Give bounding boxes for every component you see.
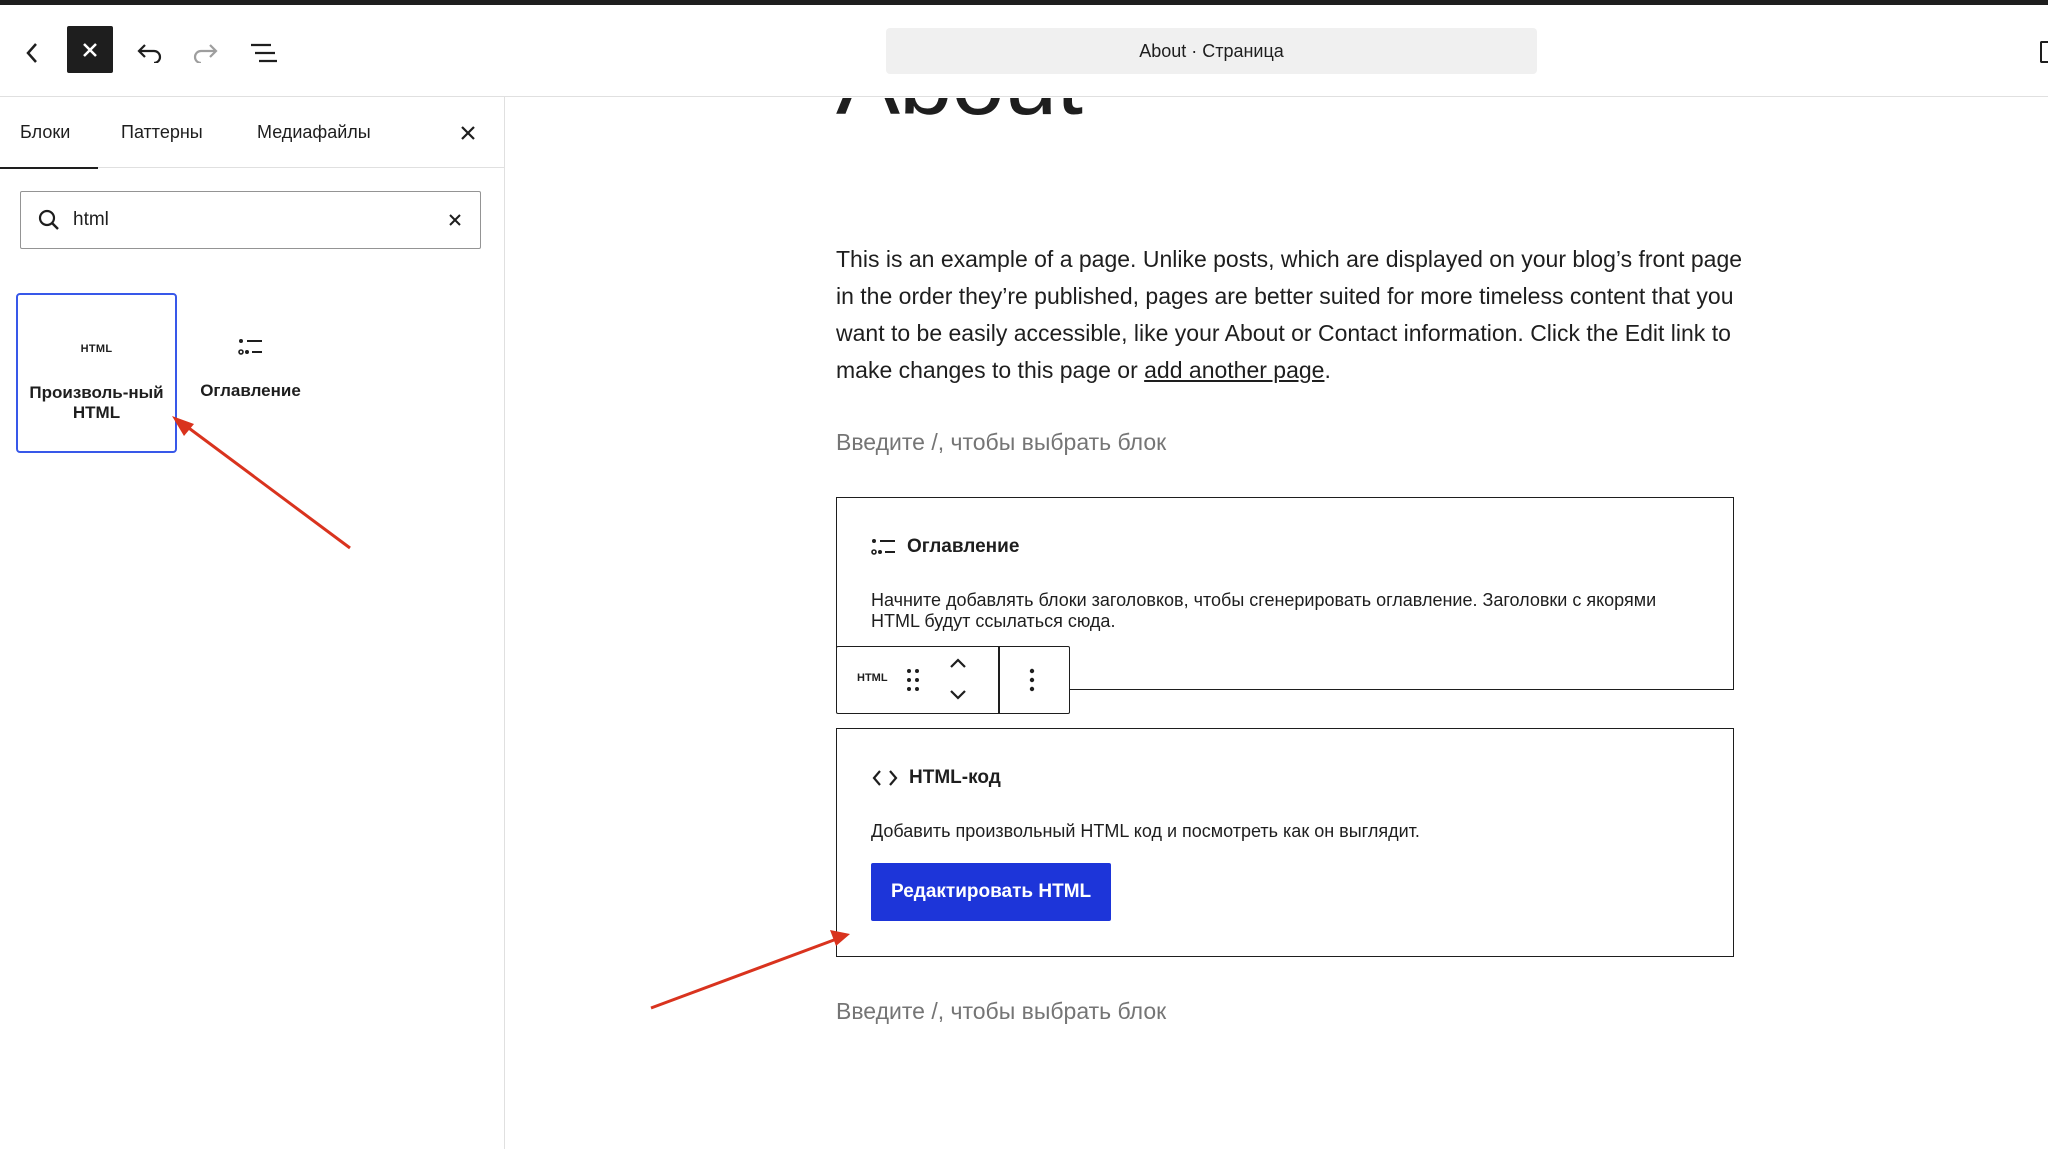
add-another-page-link[interactable]: add another page: [1144, 357, 1324, 383]
tab-blocks[interactable]: Блоки: [0, 97, 98, 169]
editor-header: About · Страница: [0, 5, 2048, 97]
search-input[interactable]: [73, 192, 433, 247]
tab-media[interactable]: Медиафайлы: [257, 97, 371, 168]
tab-patterns[interactable]: Паттерны: [121, 97, 203, 168]
table-of-contents-icon: [170, 333, 331, 361]
block-result-table-of-contents[interactable]: Оглавление: [170, 293, 331, 453]
table-of-contents-icon: [871, 539, 895, 555]
document-title-bar[interactable]: About · Страница: [886, 28, 1537, 74]
block-result-custom-html[interactable]: HTML Произволь-ный HTML: [16, 293, 177, 453]
block-title: HTML-код: [909, 767, 1001, 788]
edit-html-button[interactable]: Редактировать HTML: [871, 863, 1112, 921]
toolbar-divider: [998, 647, 1000, 713]
inserter-tabs: Блоки Паттерны Медиафайлы: [0, 97, 504, 169]
block-title: Оглавление: [907, 536, 1020, 557]
more-vertical-icon: [1029, 668, 1035, 692]
back-button[interactable]: [14, 31, 50, 75]
page-title[interactable]: About: [836, 98, 1083, 130]
drag-handle-icon[interactable]: [905, 667, 921, 693]
redo-button[interactable]: [183, 31, 227, 75]
block-description: Начните добавлять блоки заголовков, чтоб…: [871, 590, 1657, 631]
undo-button[interactable]: [128, 31, 172, 75]
html-icon-text: HTML: [80, 343, 113, 355]
list-view-icon: [251, 43, 277, 63]
close-inserter-panel-button[interactable]: [452, 117, 484, 149]
block-result-label: Произволь-ный HTML: [29, 383, 164, 422]
close-icon: [461, 126, 475, 140]
move-up-down-icon[interactable]: [947, 655, 969, 705]
block-result-label: Оглавление: [200, 381, 301, 400]
search-icon: [38, 209, 59, 230]
close-inserter-button[interactable]: [67, 26, 113, 73]
editor-canvas: About This is an example of a page. Unli…: [506, 98, 2048, 1149]
block-heading: Оглавление: [871, 536, 1019, 558]
paragraph-end: .: [1324, 357, 1331, 383]
paragraph-block[interactable]: This is an example of a page. Unlike pos…: [836, 241, 1756, 389]
block-toolbar: HTML: [836, 646, 1070, 714]
document-overview-button[interactable]: [242, 31, 286, 75]
document-title: About · Страница: [1139, 40, 1284, 61]
close-icon: [83, 42, 97, 57]
html-icon: HTML: [18, 335, 175, 363]
redo-icon: [193, 44, 218, 63]
empty-block-placeholder[interactable]: Введите /, чтобы выбрать блок: [836, 429, 1166, 456]
more-options-button[interactable]: [1017, 665, 1047, 695]
chevron-left-icon: [26, 43, 37, 63]
block-inserter-panel: Блоки Паттерны Медиафайлы HTML Произволь…: [0, 97, 505, 1149]
empty-block-placeholder[interactable]: Введите /, чтобы выбрать блок: [836, 998, 1166, 1025]
block-description: Добавить произвольный HTML код и посмотр…: [871, 821, 1420, 841]
clear-search-button[interactable]: [441, 206, 469, 234]
view-toggle-icon[interactable]: [2040, 41, 2048, 63]
block-search-field: [20, 191, 481, 249]
custom-html-block[interactable]: HTML-код Добавить произвольный HTML код …: [836, 728, 1734, 957]
code-icon: [872, 770, 898, 786]
block-type-html-icon[interactable]: HTML: [857, 672, 888, 684]
close-icon: [449, 214, 461, 226]
undo-icon: [137, 44, 162, 63]
block-heading: HTML-код: [871, 767, 1001, 789]
